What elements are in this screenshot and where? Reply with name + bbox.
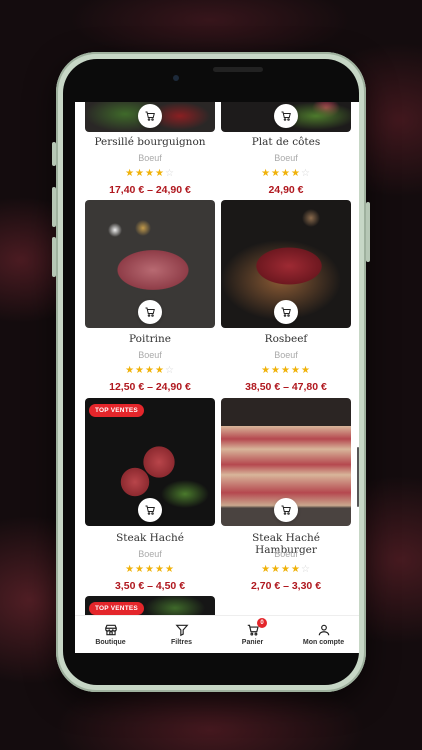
product-category[interactable]: Boeuf <box>221 549 351 559</box>
speaker <box>213 67 263 72</box>
product-category[interactable]: Boeuf <box>221 350 351 360</box>
top-sales-badge: TOP VENTES <box>89 404 144 417</box>
cart-icon <box>281 307 291 317</box>
cart-icon <box>281 505 291 515</box>
product-rating: ★★★★★ <box>261 365 311 376</box>
add-to-cart-button[interactable] <box>138 104 162 128</box>
product-category[interactable]: Boeuf <box>85 549 215 559</box>
product-title[interactable]: Poitrine <box>85 333 215 345</box>
product-rating: ★★★★☆ <box>125 168 175 179</box>
product-title[interactable]: Steak Haché <box>85 532 215 544</box>
cart-icon <box>145 505 155 515</box>
nav-account-label: Mon compte <box>302 639 345 646</box>
product-price: 17,40 € – 24,90 € <box>109 184 191 196</box>
product-category[interactable]: Boeuf <box>85 350 215 360</box>
add-to-cart-button[interactable] <box>274 104 298 128</box>
cart-count-badge: 0 <box>257 618 267 628</box>
add-to-cart-button[interactable] <box>138 300 162 324</box>
product-rating: ★★★★★ <box>125 564 175 575</box>
product-title[interactable]: Persillé bourguignon <box>85 136 215 148</box>
product-rating: ★★★★☆ <box>261 168 311 179</box>
top-sales-badge: TOP VENTES <box>89 602 144 615</box>
store-icon <box>104 624 117 636</box>
cart-icon <box>281 111 291 121</box>
cart-icon <box>145 111 155 121</box>
camera <box>173 75 179 81</box>
product-category[interactable]: Boeuf <box>85 153 215 163</box>
nav-cart-label: Panier <box>241 639 264 646</box>
nav-filters[interactable]: Filtres <box>146 616 217 653</box>
cart-icon <box>145 307 155 317</box>
add-to-cart-button[interactable] <box>274 498 298 522</box>
user-icon <box>318 624 329 636</box>
nav-cart[interactable]: 0 Panier <box>217 616 288 653</box>
product-price: 12,50 € – 24,90 € <box>109 381 191 393</box>
nav-account[interactable]: Mon compte <box>288 616 359 653</box>
product-price: 38,50 € – 47,80 € <box>245 381 327 393</box>
product-category[interactable]: Boeuf <box>221 153 351 163</box>
nav-shop[interactable]: Boutique <box>75 616 146 653</box>
add-to-cart-button[interactable] <box>138 498 162 522</box>
product-rating: ★★★★☆ <box>125 365 175 376</box>
product-price: 2,70 € – 3,30 € <box>250 580 322 592</box>
filter-icon <box>174 624 189 637</box>
product-price: 24,90 € <box>268 184 304 196</box>
nav-shop-label: Boutique <box>95 639 126 646</box>
product-rating: ★★★★☆ <box>261 564 311 575</box>
product-title[interactable]: Plat de côtes <box>221 136 351 148</box>
nav-filters-label: Filtres <box>170 639 192 646</box>
add-to-cart-button[interactable] <box>274 300 298 324</box>
scrollbar[interactable] <box>357 447 359 507</box>
product-title[interactable]: Rosbeef <box>221 333 351 345</box>
app-screen: Persillé bourguignon Boeuf ★★★★☆ 17,40 €… <box>75 102 359 653</box>
product-price: 3,50 € – 4,50 € <box>114 580 186 592</box>
bottom-nav: Boutique Filtres 0 Panier Mon compte <box>75 615 359 653</box>
phone-frame: Persillé bourguignon Boeuf ★★★★☆ 17,40 €… <box>52 52 370 692</box>
